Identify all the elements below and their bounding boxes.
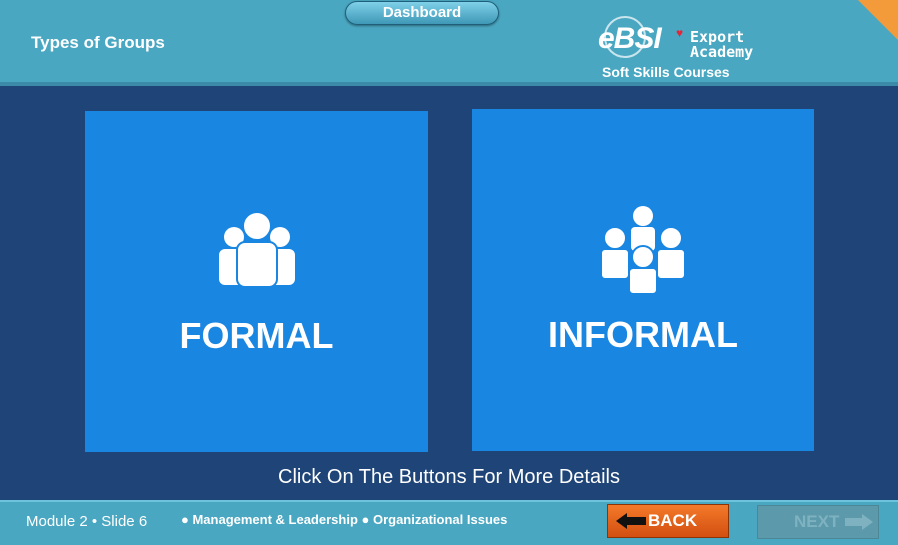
back-label: BACK — [648, 511, 698, 530]
ebsi-logo: eBSI ♥ Export Academy Soft Skills Course… — [598, 10, 778, 80]
people-network-icon — [600, 206, 686, 295]
dashboard-button[interactable]: Dashboard — [345, 1, 499, 25]
instruction-text: Click On The Buttons For More Details — [278, 466, 620, 488]
arrow-right-icon — [845, 514, 873, 530]
page-title: Types of Groups — [31, 33, 165, 52]
next-button[interactable]: NEXT — [757, 505, 879, 539]
next-label: NEXT — [794, 512, 840, 531]
formal-button[interactable]: FORMAL — [85, 111, 428, 452]
back-button[interactable]: BACK — [607, 504, 729, 538]
formal-label: FORMAL — [179, 315, 334, 356]
informal-label: INFORMAL — [548, 314, 738, 355]
informal-button[interactable]: INFORMAL — [472, 109, 814, 451]
logo-subtitle: Soft Skills Courses — [602, 64, 730, 80]
corner-accent — [858, 0, 898, 40]
breadcrumb: ● Management & Leadership ● Organization… — [181, 512, 508, 527]
logo-brand: eBSI — [598, 22, 662, 55]
logo-wordmark: Export Academy — [690, 28, 754, 61]
heart-icon: ♥ — [676, 26, 684, 40]
arrow-left-icon — [616, 513, 646, 529]
slide-info: Module 2 • Slide 6 — [26, 513, 148, 530]
header-divider — [0, 82, 898, 86]
group-icon — [218, 211, 295, 288]
